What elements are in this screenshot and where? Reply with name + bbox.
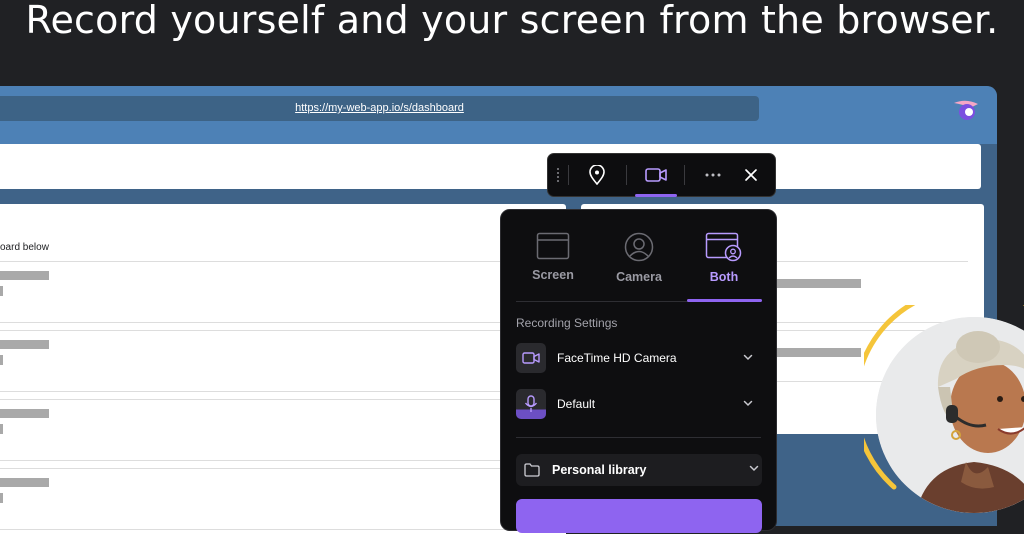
headline: Record yourself and your screen from the…	[25, 0, 999, 42]
chevron-down-icon	[743, 400, 753, 407]
camera-label: FaceTime HD Camera	[557, 351, 677, 365]
microphone-label: Default	[557, 397, 596, 411]
mode-camera[interactable]: Camera	[599, 232, 679, 284]
active-indicator	[635, 194, 677, 197]
folder-icon	[524, 463, 540, 477]
start-recording-button[interactable]	[516, 499, 762, 533]
camera-select[interactable]: FaceTime HD Camera	[516, 343, 762, 377]
microphone-icon	[516, 389, 546, 419]
recorder-panel: Screen Camera Both Recording Settings Fa…	[500, 209, 777, 533]
chevron-down-icon	[743, 354, 753, 361]
page-note: oard below	[0, 242, 49, 253]
screen-icon	[536, 232, 570, 260]
more-icon[interactable]	[698, 154, 728, 196]
screen-with-user-icon	[705, 232, 742, 262]
mode-label: Screen	[532, 268, 574, 282]
mode-both[interactable]: Both	[684, 232, 764, 284]
mode-active-indicator	[687, 299, 762, 302]
microphone-select[interactable]: Default	[516, 389, 762, 423]
browser-toolbar: https://my-web-app.io/s/dashboard	[0, 86, 997, 144]
settings-divider	[516, 437, 761, 438]
recording-settings-title: Recording Settings	[516, 316, 618, 330]
list-row[interactable]	[0, 399, 552, 461]
mode-label: Camera	[616, 270, 662, 284]
recorder-toolbar	[547, 153, 776, 197]
search-strip	[0, 144, 981, 189]
drag-handle[interactable]	[552, 154, 564, 196]
pin-icon[interactable]	[582, 154, 612, 196]
video-camera-icon	[516, 343, 546, 373]
user-circle-icon	[624, 232, 654, 262]
list-row[interactable]	[0, 468, 552, 530]
address-bar[interactable]: https://my-web-app.io/s/dashboard	[0, 96, 759, 121]
mode-screen[interactable]: Screen	[513, 232, 593, 282]
list-row[interactable]	[0, 330, 552, 392]
close-icon[interactable]	[736, 154, 766, 196]
camera-video-icon[interactable]	[640, 154, 672, 196]
chevron-down-icon	[749, 465, 759, 472]
list-row[interactable]	[0, 261, 552, 323]
library-select[interactable]: Personal library	[516, 454, 762, 486]
brand-logo-icon	[954, 100, 978, 120]
url-text: https://my-web-app.io/s/dashboard	[295, 102, 464, 114]
library-label: Personal library	[552, 463, 647, 477]
mode-label: Both	[709, 270, 739, 284]
